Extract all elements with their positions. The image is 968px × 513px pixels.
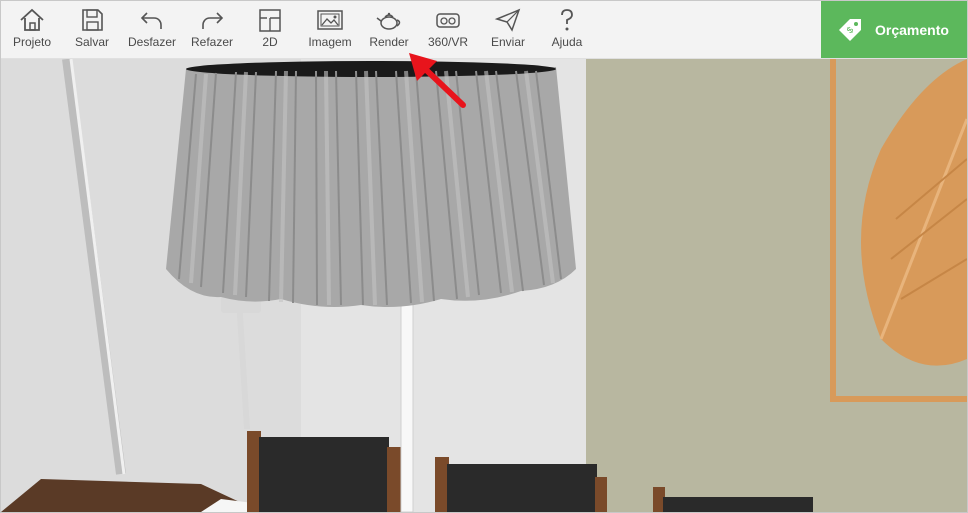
teapot-icon [376,12,401,30]
projeto-label: Projeto [12,35,52,49]
lamp-pole [400,298,414,512]
vr-headset-icon [436,13,460,28]
save-icon [82,9,103,31]
ajuda-button[interactable]: Ajuda [541,1,593,57]
image-icon [317,10,343,30]
price-tag-icon: $ [839,18,861,41]
2d-label: 2D [262,35,278,49]
undo-icon [140,12,162,29]
enviar-label: Enviar [490,35,525,49]
refazer-label: Refazer [190,35,234,49]
orcamento-button[interactable]: $ Orçamento [821,1,967,58]
floorplan-icon [259,9,281,32]
salvar-button[interactable]: Salvar [65,1,119,57]
enviar-button[interactable]: Enviar [481,1,535,57]
refazer-button[interactable]: Refazer [185,1,239,57]
redo-icon [202,12,224,29]
app-window: Projeto Salvar Desfazer Refazer 2D Image… [0,0,968,513]
desfazer-label: Desfazer [127,35,177,49]
question-icon [561,9,573,31]
imagem-label: Imagem [308,35,352,49]
2d-button[interactable]: 2D [245,1,295,57]
send-icon [494,8,521,32]
projeto-button[interactable]: Projeto [5,1,59,57]
3d-viewport[interactable] [1,59,967,512]
top-toolbar: Projeto Salvar Desfazer Refazer 2D Image… [1,1,967,59]
desfazer-button[interactable]: Desfazer [125,1,179,57]
home-icon [20,8,44,31]
lampshade [166,61,576,307]
imagem-button[interactable]: Imagem [301,1,359,57]
salvar-label: Salvar [74,35,109,49]
orcamento-label: Orçamento [875,21,949,38]
ajuda-label: Ajuda [551,35,583,49]
render-button[interactable]: Render [363,1,415,57]
360vr-button[interactable]: 360/VR [421,1,475,57]
360vr-label: 360/VR [427,35,469,49]
render-label: Render [369,35,409,49]
